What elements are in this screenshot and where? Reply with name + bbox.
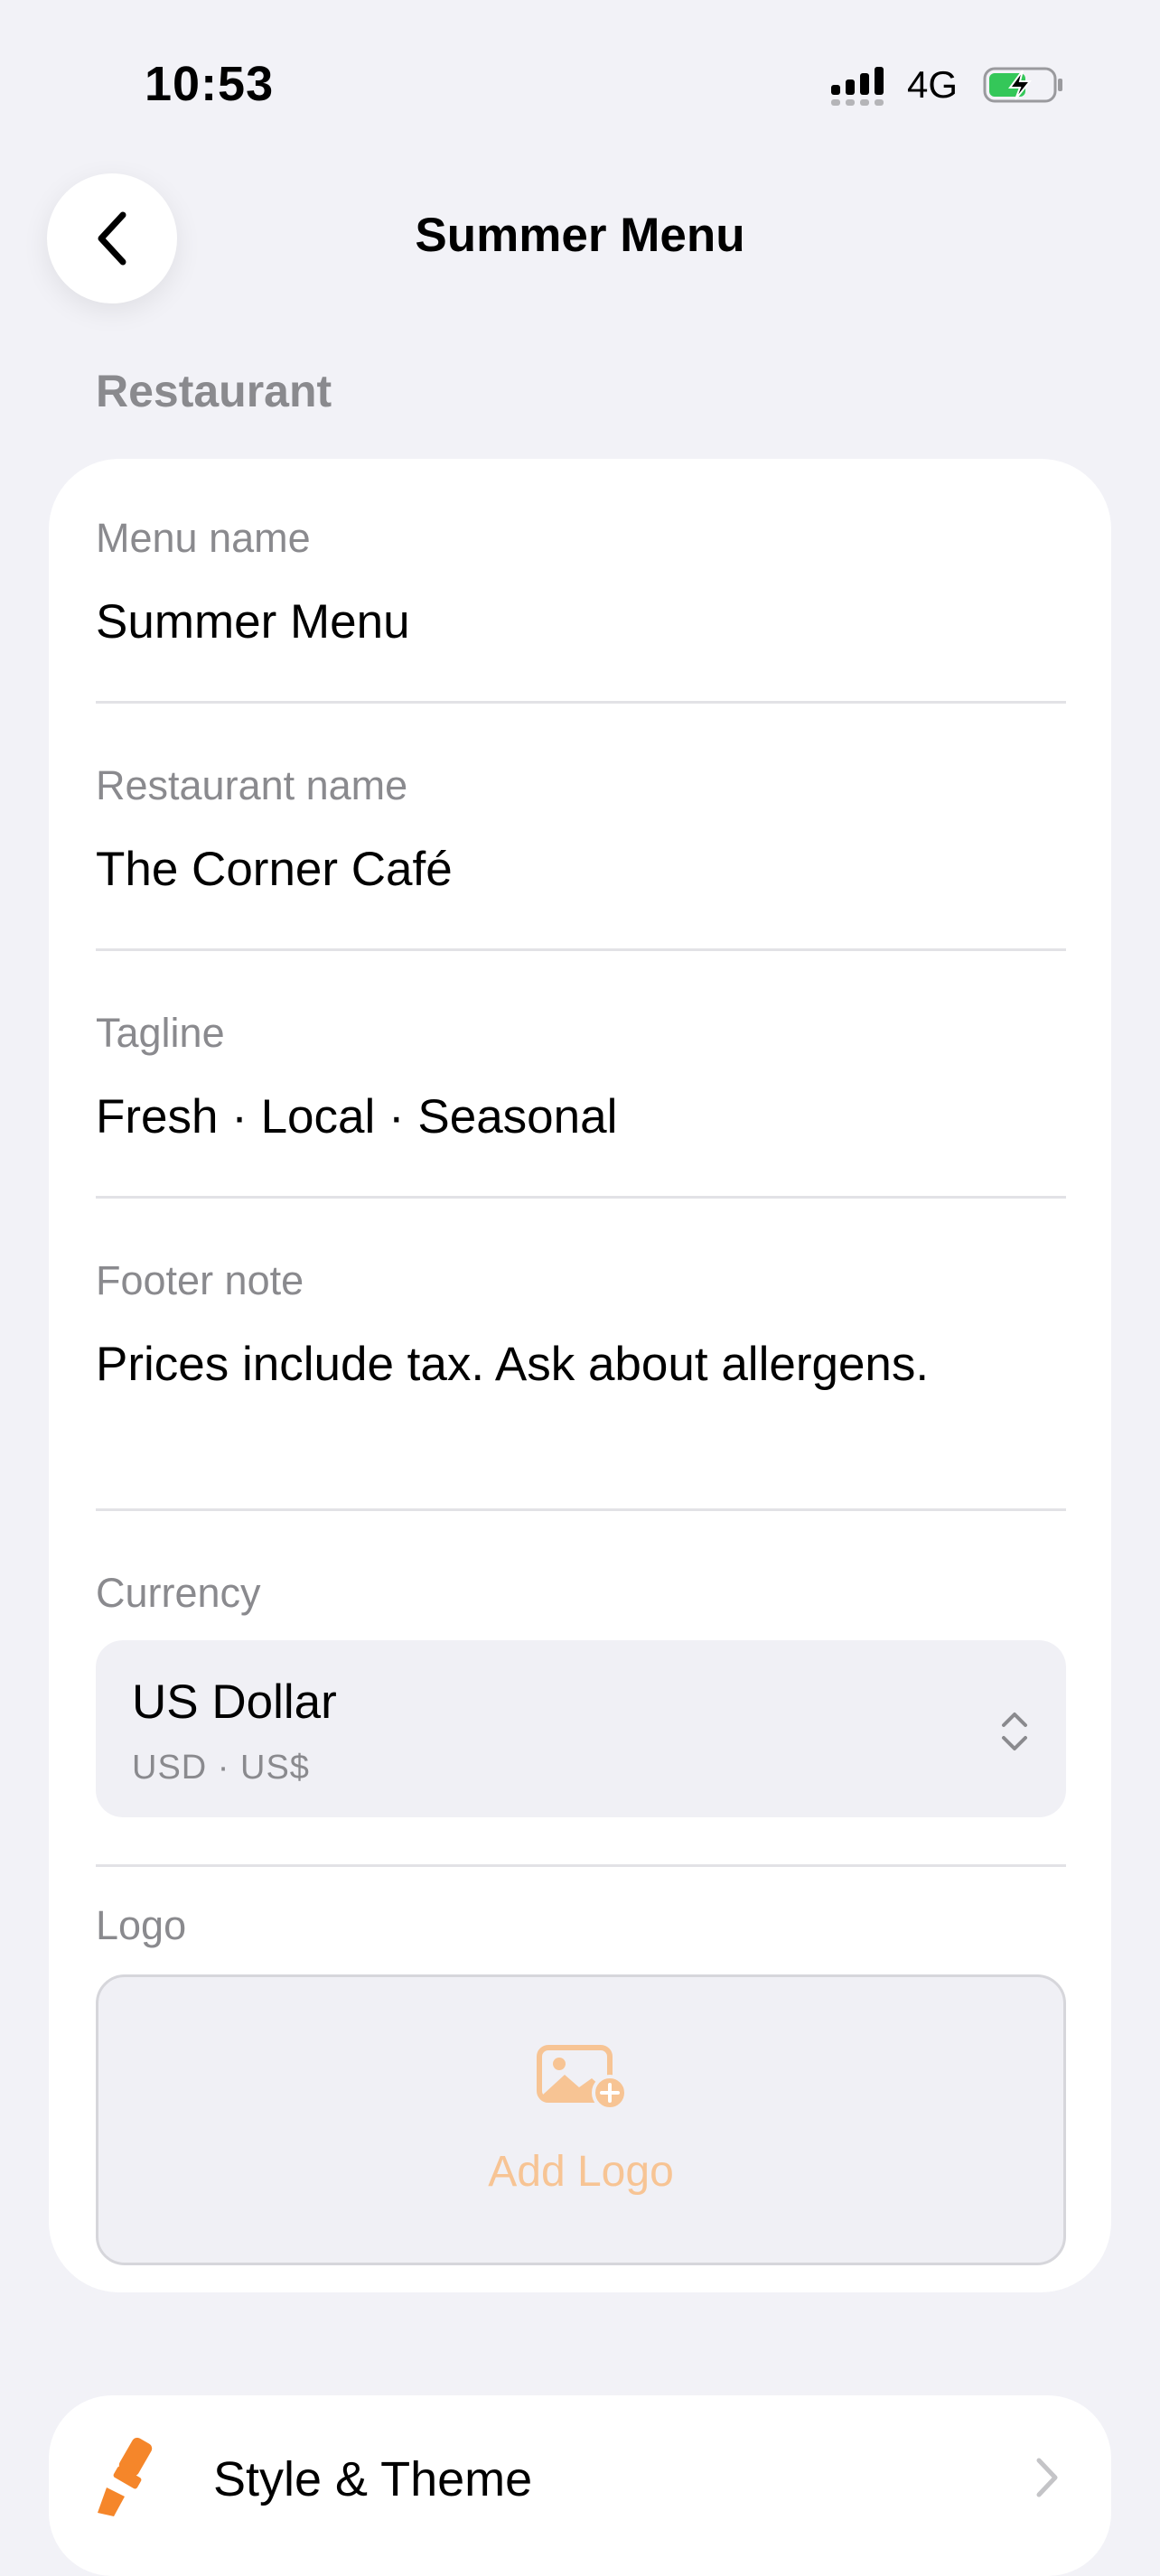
restaurant-name-label: Restaurant name bbox=[96, 762, 408, 808]
cellular-signal-icon bbox=[831, 67, 884, 106]
chevron-up-down-icon bbox=[1002, 1713, 1027, 1750]
add-logo-label: Add Logo bbox=[488, 2148, 674, 2196]
restaurant-name-field[interactable]: Restaurant name The Corner Café bbox=[96, 762, 1066, 897]
add-logo-button[interactable]: Add Logo bbox=[96, 1974, 1066, 2265]
menu-name-label: Menu name bbox=[96, 515, 311, 561]
style-theme-label: Style & Theme bbox=[213, 2452, 533, 2506]
add-photo-icon bbox=[537, 2045, 628, 2111]
status-time: 10:53 bbox=[145, 57, 275, 111]
restaurant-settings-card: Menu name Summer Menu Restaurant name Th… bbox=[49, 459, 1111, 2292]
status-bar: 10:53 4G bbox=[0, 0, 1160, 163]
currency-detail: USD · US$ bbox=[132, 1749, 310, 1787]
currency-name: US Dollar bbox=[132, 1675, 337, 1729]
currency-label: Currency bbox=[96, 1570, 261, 1616]
divider bbox=[96, 1508, 1066, 1511]
logo-field: Logo bbox=[96, 1902, 1066, 1949]
tagline-field[interactable]: Tagline Fresh · Local · Seasonal bbox=[96, 1010, 1066, 1144]
footer-note-input[interactable]: Prices include tax. Ask about allergens. bbox=[96, 1337, 1066, 1392]
currency-picker[interactable]: US Dollar USD · US$ bbox=[96, 1640, 1066, 1817]
divider bbox=[96, 948, 1066, 951]
style-theme-row[interactable]: Style & Theme bbox=[49, 2395, 1111, 2576]
logo-label: Logo bbox=[96, 1902, 187, 1948]
currency-field: Currency bbox=[96, 1570, 1066, 1617]
network-type: 4G bbox=[907, 63, 959, 106]
battery-charging-icon bbox=[983, 67, 1062, 103]
page-title: Summer Menu bbox=[415, 209, 745, 262]
divider bbox=[96, 1196, 1066, 1199]
restaurant-name-input[interactable]: The Corner Café bbox=[96, 842, 1066, 897]
menu-name-input[interactable]: Summer Menu bbox=[96, 594, 1066, 649]
menu-name-field[interactable]: Menu name Summer Menu bbox=[96, 515, 1066, 649]
tagline-label: Tagline bbox=[96, 1010, 225, 1056]
divider bbox=[96, 1864, 1066, 1867]
chevron-right-icon bbox=[1036, 2458, 1058, 2497]
tagline-input[interactable]: Fresh · Local · Seasonal bbox=[96, 1089, 1066, 1144]
divider bbox=[96, 701, 1066, 704]
paintbrush-icon bbox=[98, 2437, 153, 2516]
footer-note-label: Footer note bbox=[96, 1257, 304, 1303]
section-header-restaurant: Restaurant bbox=[96, 366, 332, 416]
footer-note-field[interactable]: Footer note Prices include tax. Ask abou… bbox=[96, 1257, 1066, 1392]
